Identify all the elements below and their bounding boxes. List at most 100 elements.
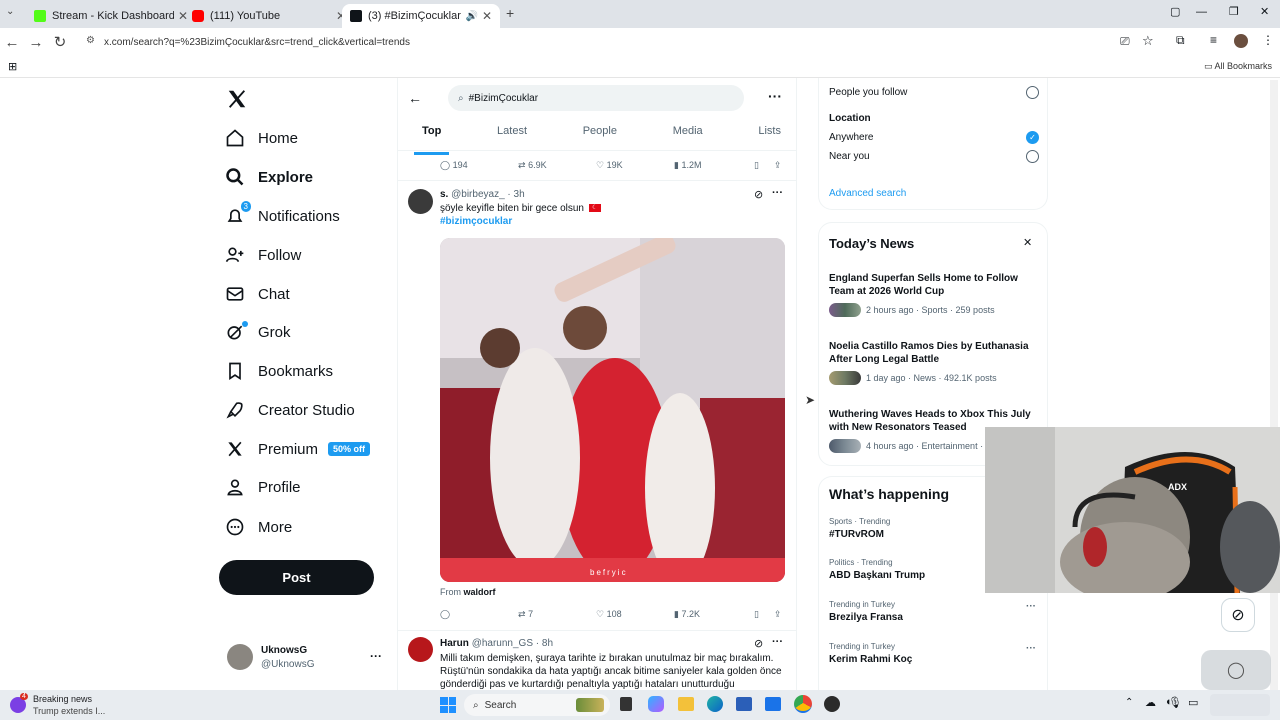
back-icon[interactable]: ← <box>0 34 24 51</box>
sidebar-toggle-icon[interactable]: ▢ <box>1170 5 1180 18</box>
search-input[interactable]: ⌕ #BizimÇocuklar <box>448 85 744 111</box>
reply-button[interactable]: ◯ 194 <box>440 160 468 171</box>
nav-home[interactable]: Home <box>224 122 298 154</box>
tweet-author-name[interactable]: Harun <box>440 638 469 649</box>
browser-tab-kick[interactable]: Stream - Kick Dashboard ✕ <box>26 4 196 28</box>
tray-overflow-icon[interactable]: ⌃ <box>1125 697 1133 708</box>
search-options-icon[interactable]: ··· <box>768 88 782 104</box>
account-switcher[interactable]: UknowsG @UknowsG ··· <box>226 643 386 673</box>
tweet-more-icon[interactable]: ··· <box>772 636 783 648</box>
onedrive-icon[interactable]: ☁ <box>1145 696 1156 709</box>
nav-profile[interactable]: Profile <box>224 471 301 503</box>
repost-button[interactable]: ⇄ 7 <box>518 609 533 620</box>
repost-button[interactable]: ⇄ 6.9K <box>518 160 547 171</box>
grok-float-button[interactable]: ⊘ <box>1221 598 1255 632</box>
tweet-author-handle[interactable]: @harunn_GS <box>472 638 533 649</box>
chrome-menu-icon[interactable]: ⋮ <box>1262 33 1274 47</box>
close-window-button[interactable]: ✕ <box>1260 5 1269 18</box>
filter-people-you-follow[interactable]: People you follow <box>829 87 907 98</box>
close-news-icon[interactable]: ✕ <box>1023 236 1032 249</box>
radio-people-you-follow[interactable] <box>1026 86 1039 99</box>
nav-explore[interactable]: Explore <box>224 161 313 193</box>
filter-near-you[interactable]: Near you <box>829 151 870 162</box>
nav-bookmarks[interactable]: Bookmarks <box>224 355 333 387</box>
x-logo-icon[interactable] <box>226 88 248 110</box>
extensions-icon[interactable]: ⧉ <box>1176 33 1185 48</box>
browser-tab-youtube[interactable]: (111) YouTube ✕ <box>184 4 354 28</box>
forward-icon[interactable]: → <box>24 34 48 51</box>
news-item[interactable]: Noelia Castillo Ramos Dies by Euthanasia… <box>829 340 1039 385</box>
nav-grok[interactable]: Grok <box>224 316 291 348</box>
tweet-time[interactable]: · 8h <box>536 638 553 649</box>
news-widget[interactable]: 4 Breaking news Trump extends I... <box>10 692 140 718</box>
bookmark-star-icon[interactable]: ☆ <box>1142 33 1154 49</box>
trend-more-icon[interactable]: ··· <box>1026 601 1036 612</box>
install-app-icon[interactable]: ⎚ <box>1120 34 1130 49</box>
like-button[interactable]: ♡ 19K <box>596 160 623 171</box>
radio-near-you[interactable] <box>1026 150 1039 163</box>
tweet-time[interactable]: · 3h <box>507 189 524 200</box>
grok-icon[interactable]: ⊘ <box>754 188 763 201</box>
share-icon[interactable]: ⇪ <box>774 160 782 171</box>
profile-avatar[interactable] <box>1234 34 1248 48</box>
news-item[interactable]: England Superfan Sells Home to Follow Te… <box>829 272 1039 317</box>
trend-more-icon[interactable]: ··· <box>1026 643 1036 654</box>
close-tab-icon[interactable]: ✕ <box>482 9 492 23</box>
nav-chat[interactable]: Chat <box>224 278 290 310</box>
display-icon[interactable]: ▭ <box>1188 696 1198 709</box>
tweet-media-video[interactable]: befryic <box>440 238 785 582</box>
advanced-search-link[interactable]: Advanced search <box>829 188 906 199</box>
tweet-avatar[interactable] <box>408 637 433 662</box>
site-info-icon[interactable]: ⚙ <box>86 35 95 46</box>
minimize-window-button[interactable]: — <box>1196 6 1207 18</box>
nav-creator-studio[interactable]: Creator Studio <box>224 394 355 426</box>
more-dots-icon[interactable]: ··· <box>370 649 382 663</box>
bookmark-icon[interactable]: ▯ <box>754 609 759 620</box>
grok-icon[interactable]: ⊘ <box>754 637 763 650</box>
tweet-avatar[interactable] <box>408 189 433 214</box>
browser-tab-x[interactable]: (3) #BizimÇocuklar - Search 🔊 ✕ <box>342 4 500 28</box>
tab-list-button[interactable]: ⌄ <box>6 6 14 17</box>
store-icon[interactable] <box>736 697 752 711</box>
edge-icon[interactable] <box>707 696 723 712</box>
back-arrow-icon[interactable]: ← <box>408 90 422 106</box>
tweet-author-handle[interactable]: @birbeyaz_ <box>451 189 505 200</box>
new-tab-button[interactable]: + <box>506 5 514 21</box>
apps-grid-icon[interactable]: ⊞ <box>8 60 17 73</box>
clock-area[interactable] <box>1210 694 1270 716</box>
tweet-hashtag[interactable]: #bizimçocuklar <box>440 216 512 227</box>
address-bar[interactable]: ⚙ x.com/search?q=%23BizimÇocuklar&src=tr… <box>82 31 1162 53</box>
chrome-icon[interactable] <box>794 695 812 713</box>
all-bookmarks-folder[interactable]: ▭ All Bookmarks <box>1204 61 1272 72</box>
views-button[interactable]: ▮ 1.2M <box>674 160 701 171</box>
filter-anywhere[interactable]: Anywhere <box>829 132 873 143</box>
post-button[interactable]: Post <box>219 560 374 595</box>
copilot-icon[interactable] <box>648 696 664 712</box>
views-button[interactable]: ▮ 7.2K <box>674 609 700 620</box>
speaker-icon[interactable]: 🔊 <box>465 11 477 22</box>
reply-button[interactable]: ◯ <box>440 609 450 620</box>
taskbar-search-box[interactable]: ⌕ Search <box>464 694 610 716</box>
obs-icon[interactable] <box>824 696 840 712</box>
page-scrollbar[interactable] <box>1270 80 1278 690</box>
microphone-icon[interactable]: 🎙 <box>1168 696 1182 709</box>
mail-app-icon[interactable] <box>765 697 781 711</box>
tweet-author-name[interactable]: s. <box>440 189 448 200</box>
tweet[interactable]: Harun @harunn_GS · 8h ⊘ ··· Milli takım … <box>398 631 796 690</box>
bookmark-icon[interactable]: ▯ <box>754 160 759 171</box>
task-view-icon[interactable] <box>620 697 632 711</box>
media-source-user[interactable]: waldorf <box>464 587 496 597</box>
share-icon[interactable]: ⇪ <box>774 609 782 620</box>
file-explorer-icon[interactable] <box>678 697 694 711</box>
tweet[interactable]: s. @birbeyaz_ · 3h ⊘ ··· şöyle keyifle b… <box>398 181 796 631</box>
tweet-more-icon[interactable]: ··· <box>772 187 783 199</box>
nav-notifications[interactable]: 3 Notifications <box>224 200 340 232</box>
messages-float-button[interactable]: ◯ <box>1201 650 1271 690</box>
nav-follow[interactable]: Follow <box>224 239 301 271</box>
nav-more[interactable]: More <box>224 511 292 543</box>
like-button[interactable]: ♡ 108 <box>596 609 622 620</box>
start-button[interactable] <box>440 697 456 713</box>
radio-anywhere-checked[interactable]: ✓ <box>1026 131 1039 144</box>
trend-item[interactable]: Trending in Turkey Kerim Rahmi Koç <box>829 642 1039 665</box>
media-controls-icon[interactable]: ≡ <box>1210 33 1217 47</box>
